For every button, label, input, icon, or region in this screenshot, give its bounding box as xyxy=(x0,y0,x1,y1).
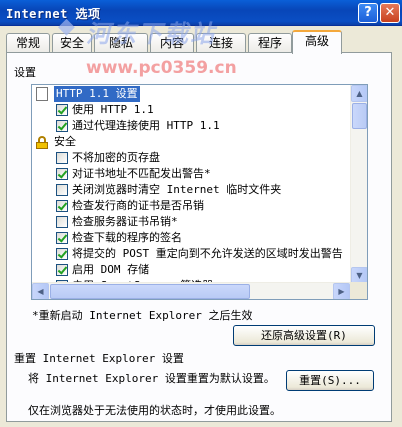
list-item[interactable]: 启用 DOM 存储 xyxy=(32,262,350,278)
watermark-logo: 河东下载站 xyxy=(86,19,216,48)
list-item[interactable]: 不将加密的页存盘 xyxy=(32,150,350,166)
vertical-scroll-thumb[interactable] xyxy=(352,103,367,129)
scroll-up-icon[interactable]: ▲ xyxy=(351,85,367,102)
horizontal-scrollbar[interactable]: ◀ ▶ xyxy=(32,282,350,299)
checkbox[interactable] xyxy=(56,200,68,212)
scrollbar-corner xyxy=(350,282,367,299)
list-item[interactable]: 将提交的 POST 重定向到不允许发送的区域时发出警告 xyxy=(32,246,350,262)
list-item[interactable]: 检查发行商的证书是否吊销 xyxy=(32,198,350,214)
tab-general[interactable]: 常规 xyxy=(6,33,50,53)
checkbox[interactable] xyxy=(56,104,68,116)
list-item[interactable]: HTTP 1.1 设置 xyxy=(32,86,350,102)
reset-section-title: 重置 Internet Explorer 设置 xyxy=(14,352,184,365)
tab-advanced[interactable]: 高级 xyxy=(292,30,342,54)
lock-icon xyxy=(36,136,48,149)
checkbox[interactable] xyxy=(56,264,68,276)
checkbox[interactable] xyxy=(56,120,68,132)
checkbox[interactable] xyxy=(56,232,68,244)
list-item: 安全 xyxy=(32,134,350,150)
list-item[interactable]: 通过代理连接使用 HTTP 1.1 xyxy=(32,118,350,134)
list-item[interactable]: 检查服务器证书吊销* xyxy=(32,214,350,230)
tab-programs[interactable]: 程序 xyxy=(248,33,292,53)
restart-note: *重新启动 Internet Explorer 之后生效 xyxy=(32,309,253,322)
settings-list[interactable]: HTTP 1.1 设置 使用 HTTP 1.1 通过代理连接使用 HTTP 1.… xyxy=(31,84,368,300)
settings-group-label: 设置 xyxy=(14,66,36,79)
checkbox[interactable] xyxy=(56,248,68,260)
checkbox[interactable] xyxy=(56,168,68,180)
watermark-url: www.pc0359.cn xyxy=(86,58,237,78)
document-icon xyxy=(36,87,48,101)
reset-button[interactable]: 重置(S)... xyxy=(286,370,374,391)
list-item[interactable]: 关闭浏览器时清空 Internet 临时文件夹 xyxy=(32,182,350,198)
checkbox[interactable] xyxy=(56,184,68,196)
horizontal-scroll-thumb[interactable] xyxy=(50,284,250,299)
reset-description: 将 Internet Explorer 设置重置为默认设置。 xyxy=(28,372,275,385)
vertical-scrollbar[interactable]: ▲ ▼ xyxy=(350,85,367,284)
close-button[interactable]: ✕ xyxy=(380,3,400,23)
restore-advanced-settings-button[interactable]: 还原高级设置(R) xyxy=(233,325,375,346)
list-item[interactable]: 检查下载的程序的签名 xyxy=(32,230,350,246)
scroll-left-icon[interactable]: ◀ xyxy=(32,283,49,299)
list-item[interactable]: 使用 HTTP 1.1 xyxy=(32,102,350,118)
scroll-right-icon[interactable]: ▶ xyxy=(333,283,350,299)
reset-warning: 仅在浏览器处于无法使用的状态时，才使用此设置。 xyxy=(28,404,281,417)
watermark-mark-icon: ◆ xyxy=(58,14,75,39)
checkbox[interactable] xyxy=(56,216,68,228)
list-item[interactable]: 对证书地址不匹配发出警告* xyxy=(32,166,350,182)
checkbox[interactable] xyxy=(56,152,68,164)
help-button[interactable]: ? xyxy=(358,3,378,23)
